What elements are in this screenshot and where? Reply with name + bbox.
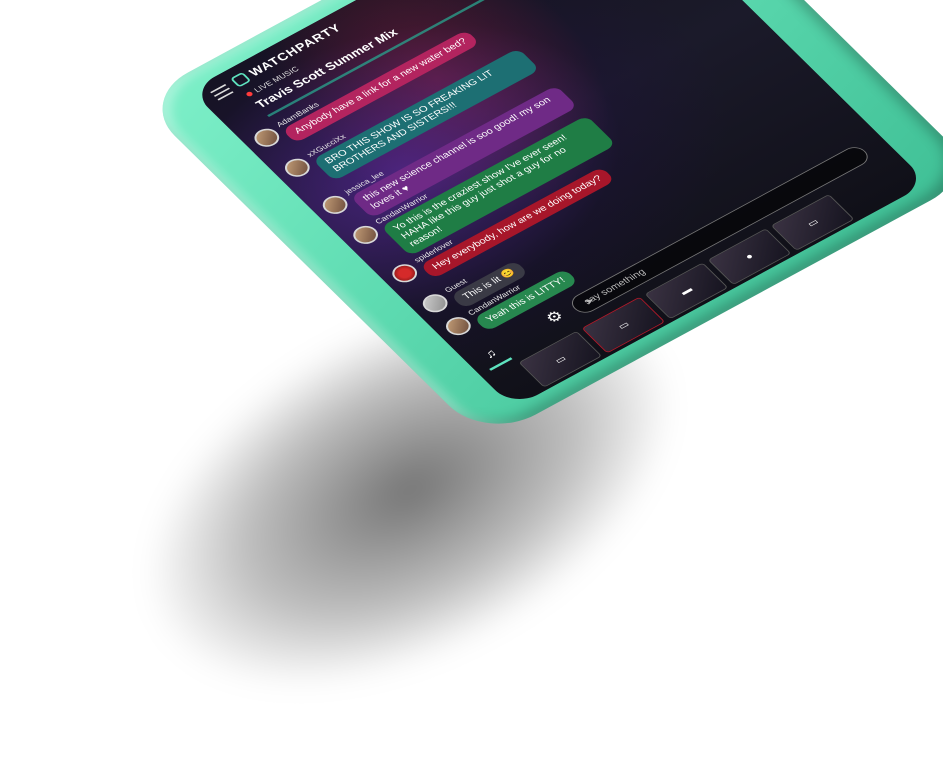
menu-icon[interactable] [210,84,234,101]
phone: WATCHPARTY LIVE MUSIC Travis Scott Summe… [137,0,943,442]
live-dot-icon [245,90,254,98]
avatar[interactable] [317,192,353,218]
avatar[interactable] [417,290,453,316]
logo-icon [229,71,252,88]
settings-icon[interactable]: ⚙ [542,307,568,327]
avatar[interactable] [280,155,315,181]
channel-strip: ▭ ▭ ▬ ● ▭ [518,194,855,388]
